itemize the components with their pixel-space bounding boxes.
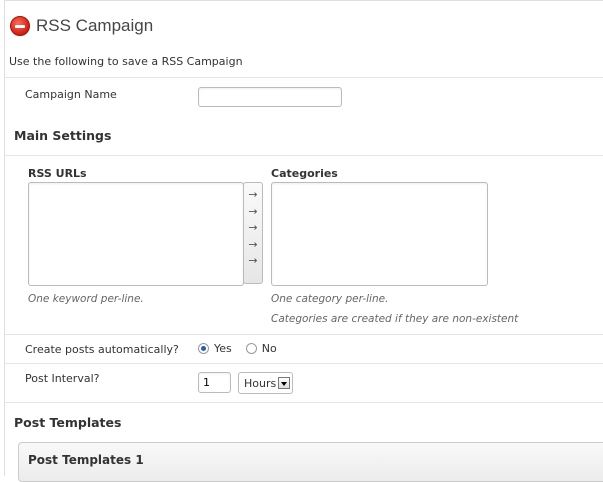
- post-interval-input[interactable]: [198, 372, 231, 393]
- stop-icon: [10, 16, 30, 36]
- arrow-right-icon[interactable]: →: [248, 220, 257, 237]
- categories-textarea[interactable]: [271, 182, 488, 286]
- intro-text: Use the following to save a RSS Campaign: [9, 55, 243, 68]
- post-template-panel-title: Post Templates 1: [28, 453, 144, 467]
- campaign-name-input[interactable]: [198, 87, 342, 107]
- rss-urls-hint: One keyword per-line.: [28, 293, 144, 305]
- chevron-down-icon[interactable]: [278, 377, 290, 389]
- auto-post-radio-group: Yes No: [198, 342, 291, 355]
- categories-hint: One category per-line.: [271, 293, 389, 305]
- post-template-panel[interactable]: Post Templates 1: [18, 442, 603, 482]
- radio-no[interactable]: [245, 343, 257, 354]
- arrow-right-icon[interactable]: →: [248, 237, 257, 254]
- auto-post-no-option[interactable]: No: [245, 342, 277, 355]
- arrow-right-icon[interactable]: →: [248, 253, 257, 270]
- arrow-right-icon[interactable]: →: [248, 187, 257, 204]
- divider: [5, 402, 603, 403]
- interval-unit-select[interactable]: Hours: [238, 372, 293, 394]
- post-templates-heading: Post Templates: [14, 415, 122, 430]
- rss-urls-label: RSS URLs: [28, 167, 87, 180]
- divider: [5, 155, 603, 156]
- main-settings-heading: Main Settings: [14, 128, 112, 143]
- campaign-name-label: Campaign Name: [25, 88, 117, 101]
- categories-hint-existence: Categories are created if they are non-e…: [271, 313, 519, 325]
- radio-no-label: No: [261, 342, 277, 355]
- rss-urls-textarea[interactable]: [28, 182, 244, 286]
- post-interval-label: Post Interval?: [25, 372, 100, 385]
- arrow-right-icon[interactable]: →: [248, 204, 257, 221]
- page-title: RSS Campaign: [36, 16, 154, 35]
- categories-label: Categories: [271, 167, 338, 180]
- divider: [5, 363, 603, 364]
- radio-yes-label: Yes: [214, 342, 232, 355]
- auto-post-label: Create posts automatically?: [25, 343, 179, 356]
- divider: [5, 77, 603, 78]
- mapping-arrow-strip: → → → → →: [243, 182, 263, 284]
- auto-post-yes-option[interactable]: Yes: [198, 342, 232, 355]
- divider: [5, 334, 603, 335]
- title-row: RSS Campaign: [10, 14, 153, 38]
- radio-yes[interactable]: [198, 343, 209, 354]
- interval-unit-value: Hours: [244, 376, 277, 390]
